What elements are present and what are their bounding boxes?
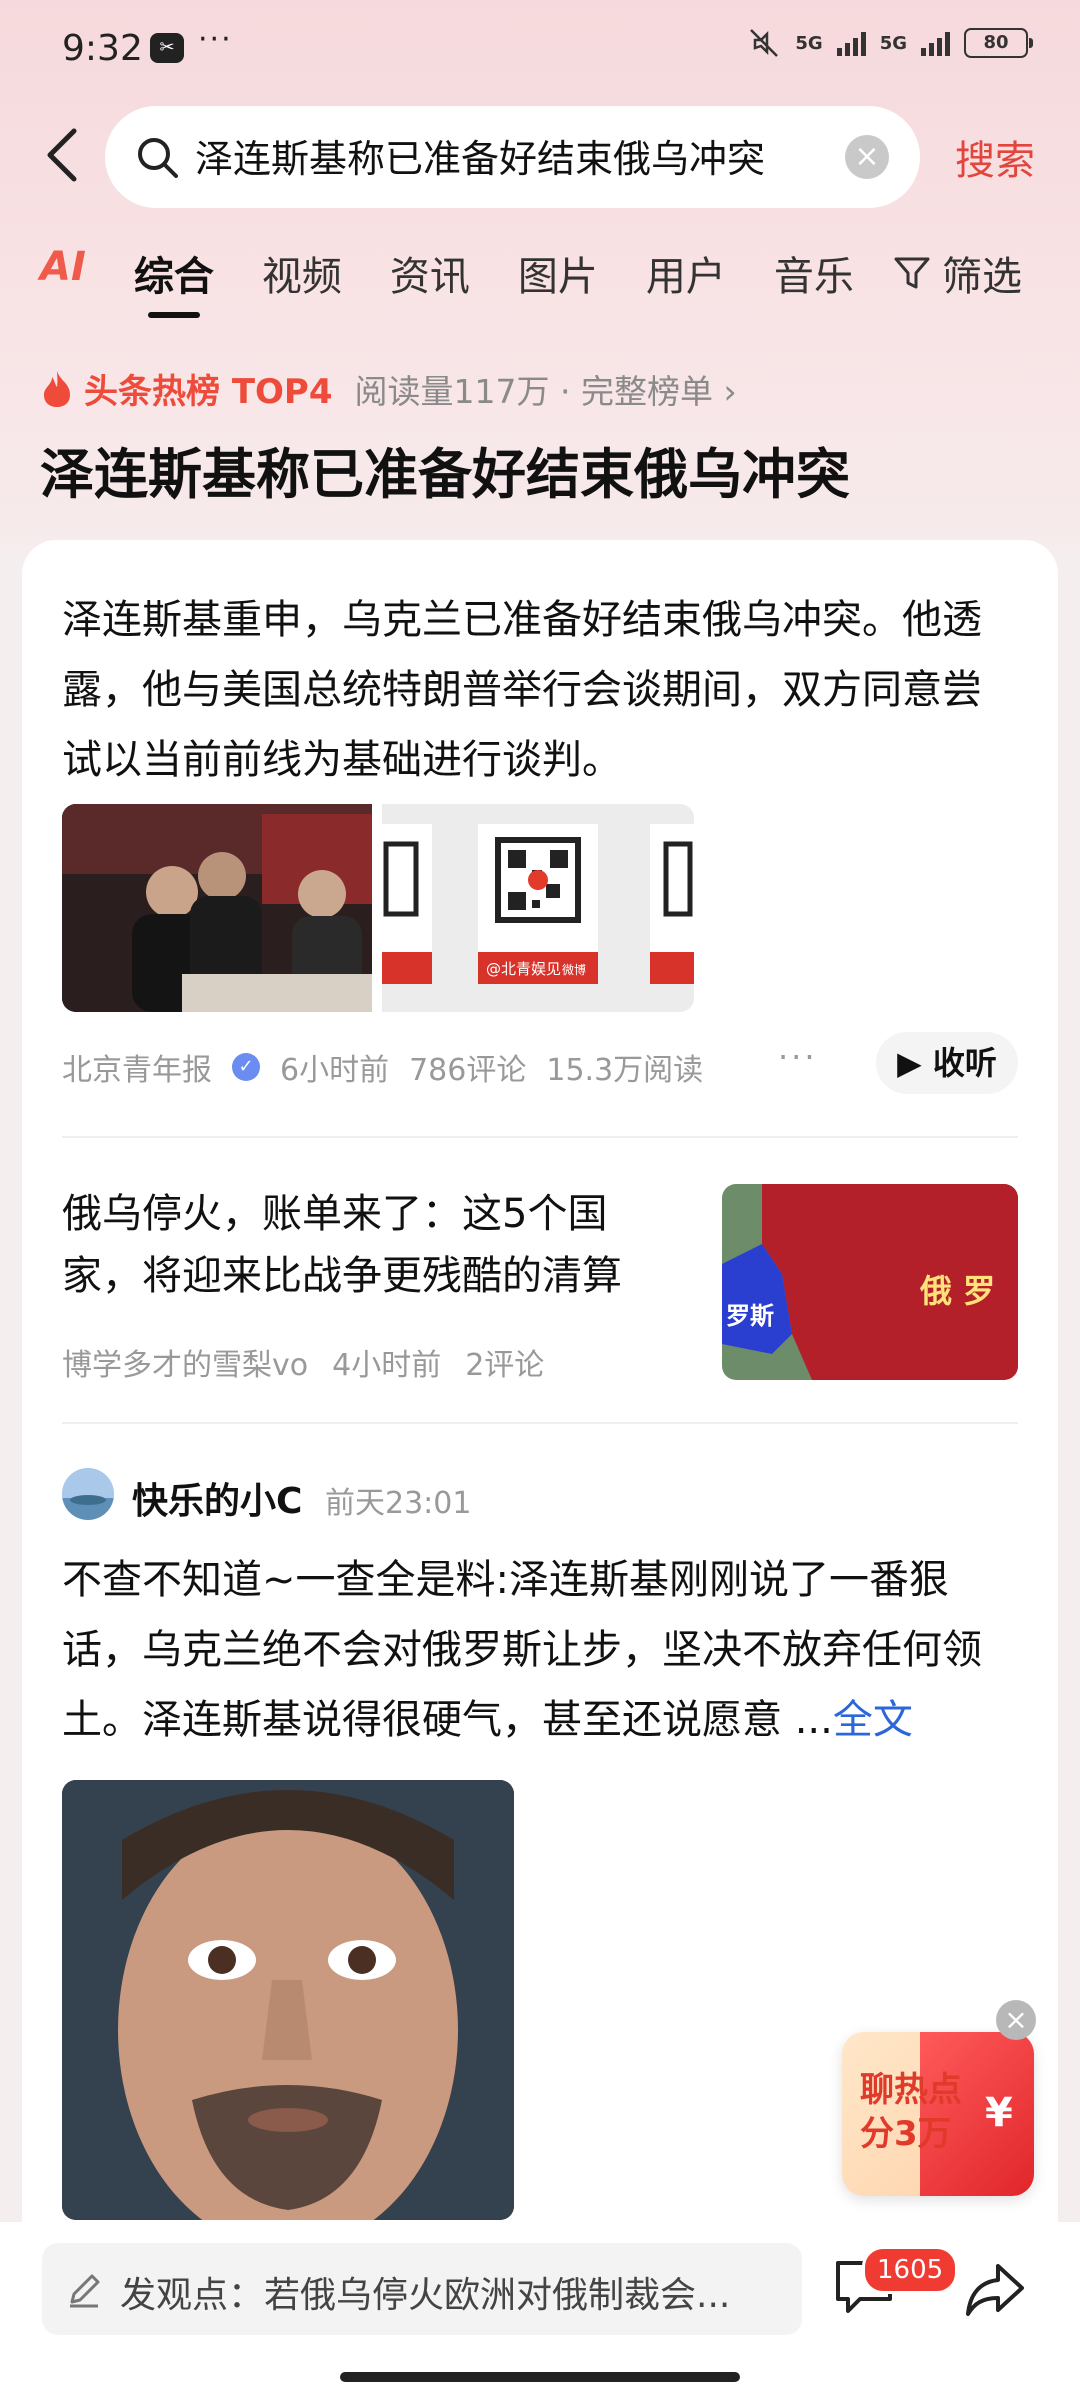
- verified-icon: ✓: [232, 1053, 260, 1081]
- signal-icon-2: [921, 30, 950, 56]
- hot-list-row[interactable]: 头条热榜 TOP4 阅读量117万 · 完整榜单 ›: [40, 364, 737, 413]
- qr-code-image[interactable]: @北青娱见 微博: [382, 804, 694, 1012]
- article2-title[interactable]: 俄乌停火，账单来了：这5个国家，将迎来比战争更残酷的清算: [62, 1183, 682, 1307]
- back-arrow-icon[interactable]: [40, 125, 84, 185]
- search-icon: [138, 138, 178, 178]
- promo-line-1: 聊热点: [860, 2070, 962, 2110]
- post-photo[interactable]: [62, 1780, 514, 2220]
- map-thumbnail[interactable]: 罗斯 俄 罗: [722, 1184, 1018, 1380]
- search-button[interactable]: 搜索: [955, 128, 1035, 186]
- article-time: 6小时前: [280, 1053, 390, 1088]
- mute-icon: [750, 29, 779, 57]
- home-indicator[interactable]: [340, 2372, 740, 2382]
- divider: [62, 1136, 1018, 1138]
- article2-time: 4小时前: [332, 1348, 442, 1383]
- post-ellipsis: ...: [794, 1697, 833, 1743]
- hot-topic-title: 泽连斯基称已准备好结束俄乌冲突: [40, 443, 850, 506]
- article-comments: 786评论: [409, 1053, 527, 1088]
- hot-list-meta[interactable]: 阅读量117万 · 完整榜单 ›: [355, 365, 737, 413]
- status-icons: 5G 5G 80: [747, 28, 1033, 58]
- promo-line-2: 分3万: [860, 2114, 952, 2154]
- full-text-link[interactable]: 全文: [833, 1697, 913, 1743]
- tab-video[interactable]: 视频: [262, 244, 342, 302]
- filter-button[interactable]: 筛选: [892, 244, 1022, 302]
- tab-news[interactable]: 资讯: [390, 244, 470, 302]
- map-label-left: 罗斯: [726, 1302, 774, 1330]
- divider: [62, 1422, 1018, 1424]
- yen-icon: ¥: [985, 2090, 1013, 2136]
- more-options-icon[interactable]: ···: [778, 1038, 818, 1076]
- tab-all[interactable]: 综合: [134, 244, 214, 302]
- article-reads: 15.3万阅读: [546, 1053, 704, 1088]
- search-tabs: AI 综合 视频 资讯 图片 用户 音乐: [40, 244, 902, 302]
- listen-button[interactable]: ▶ 收听: [876, 1032, 1018, 1094]
- comment-placeholder[interactable]: 发观点：若俄乌停火欧洲对俄制裁会...: [120, 2266, 760, 2318]
- pen-icon: [70, 2274, 100, 2308]
- signal-icon: [836, 30, 866, 56]
- search-query[interactable]: 泽连斯基称已准备好结束俄乌冲突: [195, 128, 765, 183]
- post-author[interactable]: 快乐的小C: [132, 1472, 302, 1524]
- post-time: 前天23:01: [325, 1486, 472, 1521]
- avatar[interactable]: [62, 1468, 114, 1520]
- promo-text: 聊热点 分3万: [860, 2068, 962, 2156]
- flame-icon: [44, 370, 70, 407]
- article-summary[interactable]: 泽连斯基重申，乌克兰已准备好结束俄乌冲突。他透露，他与美国总统特朗普举行会谈期间…: [62, 585, 1012, 795]
- qr-tag: 微博: [562, 962, 586, 977]
- comment-count-badge: 1605: [862, 2246, 959, 2294]
- network-label-2: 5G: [879, 32, 907, 54]
- article-photo[interactable]: [62, 804, 372, 1012]
- network-label: 5G: [795, 32, 823, 54]
- more-notifications-icon: ···: [198, 22, 233, 57]
- map-label-right: 俄 罗: [919, 1272, 995, 1310]
- status-time: 9:32: [62, 28, 143, 69]
- qr-caption: @北青娱见: [486, 960, 561, 978]
- article2-author[interactable]: 博学多才的雪梨vo: [62, 1340, 308, 1384]
- filter-icon: [894, 257, 930, 289]
- battery-icon: 80: [964, 28, 1033, 58]
- article2-comments: 2评论: [465, 1348, 545, 1383]
- active-tab-indicator: [148, 312, 200, 318]
- capcut-app-icon: ✂: [150, 33, 184, 63]
- tab-ai[interactable]: AI: [40, 244, 86, 302]
- article2-meta: 博学多才的雪梨vo 4小时前 2评论: [62, 1340, 544, 1384]
- article-source[interactable]: 北京青年报: [62, 1045, 212, 1089]
- share-icon[interactable]: [962, 2258, 1028, 2320]
- tab-users[interactable]: 用户: [646, 244, 726, 302]
- article-meta: 北京青年报 ✓ 6小时前 786评论 15.3万阅读: [62, 1045, 703, 1089]
- filter-label: 筛选: [942, 254, 1022, 300]
- tab-music[interactable]: 音乐: [774, 244, 854, 302]
- post-text[interactable]: 不查不知道~一查全是料:泽连斯基刚刚说了一番狠话，乌克兰绝不会对俄罗斯让步，坚决…: [62, 1545, 1018, 1755]
- close-promo-button[interactable]: ×: [996, 2000, 1036, 2040]
- tab-images[interactable]: 图片: [518, 244, 598, 302]
- hot-list-label: 头条热榜 TOP4: [84, 372, 333, 412]
- clear-search-button[interactable]: ×: [845, 135, 889, 179]
